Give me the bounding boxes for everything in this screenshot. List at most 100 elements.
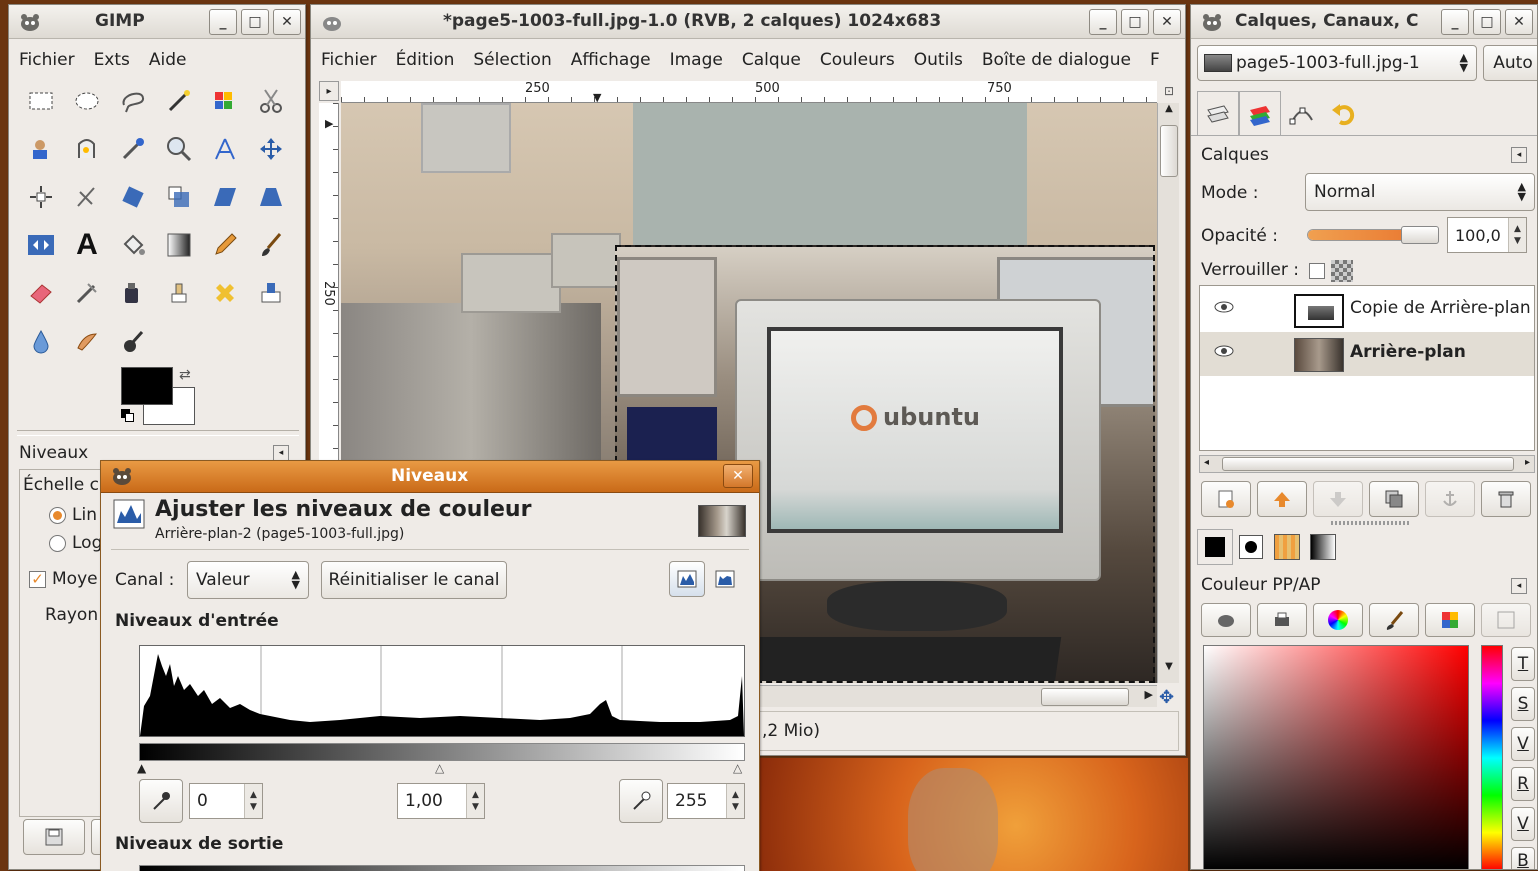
foreground-select-icon[interactable] — [21, 129, 61, 169]
log-histogram-button[interactable] — [707, 561, 743, 597]
image-close-button[interactable]: ✕ — [1153, 9, 1181, 35]
input-low-spinner[interactable]: 0 ▲ ▼ — [189, 783, 263, 819]
cmyk-selector-button[interactable] — [1257, 603, 1307, 637]
image-titlebar[interactable]: *page5-1003-full.jpg-1.0 (RVB, 2 calques… — [311, 5, 1185, 39]
scroll-up-icon[interactable]: ▲ — [1160, 103, 1178, 123]
heal-icon[interactable] — [205, 273, 245, 313]
crop-icon[interactable] — [67, 177, 107, 217]
reset-channel-button[interactable]: Réinitialiser le canal — [321, 561, 507, 599]
scissors-icon[interactable] — [251, 81, 291, 121]
save-options-button[interactable] — [23, 819, 85, 855]
channel-button-S[interactable]: S — [1511, 687, 1535, 721]
menu-more[interactable]: F — [1150, 50, 1160, 70]
fuzzy-select-icon[interactable] — [159, 81, 199, 121]
menu-outils[interactable]: Outils — [914, 50, 963, 70]
hue-strip[interactable] — [1481, 645, 1503, 869]
tab-fg-bg-color[interactable] — [1197, 529, 1233, 565]
foreground-color-swatch[interactable] — [121, 367, 173, 405]
tab-brushes[interactable] — [1233, 529, 1269, 565]
paths-icon[interactable] — [67, 129, 107, 169]
layers-scroll-right-icon[interactable]: ▸ — [1525, 457, 1530, 468]
menu-selection[interactable]: Sélection — [473, 50, 551, 70]
painter-selector-button[interactable] — [1369, 603, 1419, 637]
clone-icon[interactable] — [159, 273, 199, 313]
auto-button[interactable]: Auto — [1483, 45, 1537, 81]
airbrush-icon[interactable] — [67, 273, 107, 313]
new-layer-button[interactable] — [1201, 481, 1251, 517]
opacity-spinner[interactable]: 100,0 ▲ ▼ — [1447, 217, 1527, 253]
navigate-icon[interactable]: ✥ — [1159, 687, 1174, 708]
pencil-icon[interactable] — [205, 225, 245, 265]
menu-couleurs[interactable]: Couleurs — [820, 50, 895, 70]
input-low-arrows-icon[interactable]: ▲ ▼ — [244, 784, 262, 818]
move-icon[interactable] — [251, 129, 291, 169]
ink-icon[interactable] — [113, 273, 153, 313]
dock-titlebar[interactable]: Calques, Canaux, C _ □ ✕ — [1191, 5, 1537, 39]
blend-icon[interactable] — [159, 225, 199, 265]
lock-pixels-checkbox[interactable] — [1309, 263, 1325, 279]
eraser-icon[interactable] — [21, 273, 61, 313]
scale-icon[interactable] — [159, 177, 199, 217]
opacity-slider-thumb[interactable] — [1401, 226, 1439, 244]
menu-edition[interactable]: Édition — [396, 50, 455, 70]
layer-row-selected[interactable]: Arrière-plan — [1200, 332, 1534, 376]
bucket-fill-icon[interactable] — [113, 225, 153, 265]
vertical-scrollbar[interactable]: ▲ ▼ — [1157, 103, 1179, 683]
tab-paths[interactable] — [1281, 91, 1323, 135]
raise-layer-button[interactable] — [1257, 481, 1307, 517]
tab-layers[interactable] — [1197, 91, 1239, 135]
mode-select[interactable]: Normal ▲ ▼ — [1305, 173, 1535, 211]
visibility-eye-icon[interactable] — [1214, 300, 1234, 314]
horizontal-scroll-thumb[interactable] — [1041, 688, 1129, 706]
color-square-picker[interactable] — [1203, 645, 1469, 869]
scroll-right-icon[interactable]: ▶ — [1145, 688, 1153, 701]
histogram[interactable] — [139, 645, 745, 737]
color-panel-menu-icon[interactable]: ◂ — [1511, 578, 1527, 594]
dock-close-button[interactable]: ✕ — [1505, 9, 1533, 35]
anchor-layer-button[interactable] — [1425, 481, 1475, 517]
layers-hscrollbar[interactable]: ◂ ▸ — [1199, 455, 1535, 473]
input-gamma-handle[interactable]: △ — [435, 761, 444, 775]
menu-image[interactable]: Image — [670, 50, 723, 70]
black-point-picker-button[interactable] — [139, 779, 183, 823]
visibility-eye-icon[interactable] — [1214, 344, 1234, 358]
levels-close-button[interactable]: ✕ — [723, 464, 753, 488]
paintbrush-icon[interactable] — [251, 225, 291, 265]
channel-button-V2[interactable]: V — [1511, 807, 1535, 841]
input-gamma-spinner[interactable]: 1,00 ▲ ▼ — [397, 783, 485, 819]
lasso-icon[interactable] — [113, 81, 153, 121]
scroll-down-icon[interactable]: ▼ — [1160, 661, 1178, 681]
zoom-fit-icon[interactable]: ⊡ — [1159, 81, 1179, 101]
ruler-corner[interactable]: ▸ — [319, 81, 339, 101]
wheel-selector-button[interactable] — [1313, 603, 1363, 637]
image-select[interactable]: page5-1003-full.jpg-1 ▲ ▼ — [1197, 45, 1477, 81]
layers-scroll-left-icon[interactable]: ◂ — [1204, 457, 1209, 468]
close-button[interactable]: ✕ — [273, 9, 301, 35]
image-maximize-button[interactable]: □ — [1121, 9, 1149, 35]
input-high-arrows-icon[interactable]: ▲ ▼ — [726, 784, 744, 818]
scales-selector-button[interactable] — [1481, 603, 1531, 637]
white-point-picker-button[interactable] — [619, 779, 663, 823]
menu-fichier[interactable]: Fichier — [19, 50, 75, 70]
input-black-handle[interactable]: ▲ — [137, 761, 146, 775]
align-icon[interactable] — [21, 177, 61, 217]
lock-alpha-icon[interactable] — [1331, 260, 1353, 282]
menu-aide[interactable]: Aide — [149, 50, 187, 70]
channel-button-R[interactable]: R — [1511, 767, 1535, 801]
rect-select-icon[interactable] — [21, 81, 61, 121]
lower-layer-button[interactable] — [1313, 481, 1363, 517]
select-by-color-icon[interactable] — [205, 81, 245, 121]
tab-undo[interactable] — [1323, 91, 1365, 135]
duplicate-layer-button[interactable] — [1369, 481, 1419, 517]
zoom-icon[interactable] — [159, 129, 199, 169]
menu-affichage[interactable]: Affichage — [571, 50, 651, 70]
channel-select[interactable]: Valeur ▲ ▼ — [187, 561, 309, 599]
layers-panel-menu-icon[interactable]: ◂ — [1511, 147, 1527, 163]
input-high-spinner[interactable]: 255 ▲ ▼ — [667, 783, 745, 819]
shear-icon[interactable] — [205, 177, 245, 217]
average-checkbox[interactable]: ✓ Moye — [29, 569, 98, 589]
opacity-spin-arrows-icon[interactable]: ▲ ▼ — [1508, 218, 1526, 252]
blur-icon[interactable] — [21, 321, 61, 361]
dodge-burn-icon[interactable] — [113, 321, 153, 361]
vertical-scroll-thumb[interactable] — [1160, 125, 1178, 177]
